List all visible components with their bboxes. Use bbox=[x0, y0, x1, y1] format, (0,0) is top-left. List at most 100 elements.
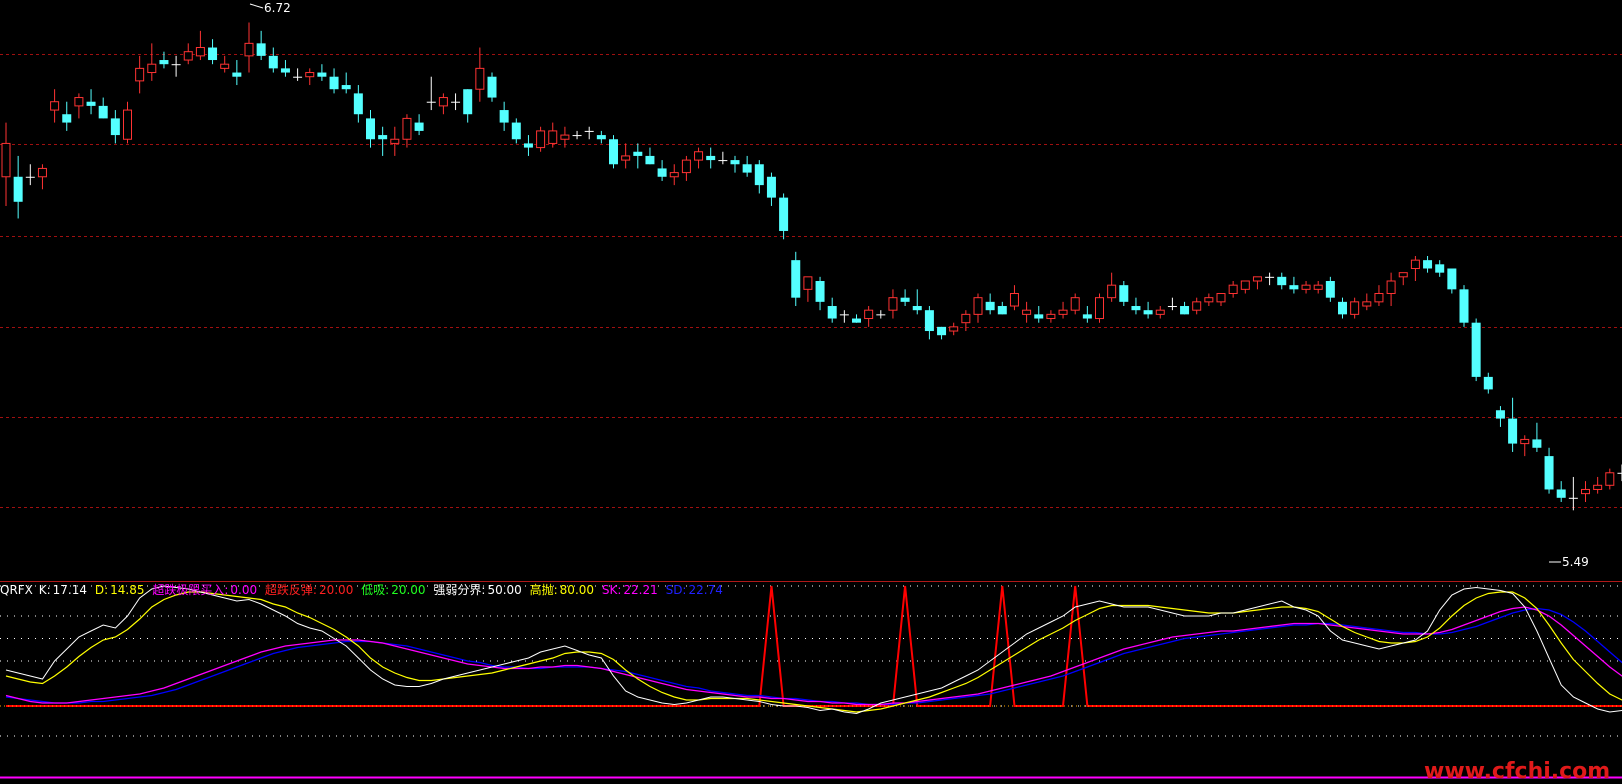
candle-body bbox=[244, 42, 254, 57]
candle-body bbox=[147, 63, 157, 74]
candle bbox=[1544, 447, 1554, 494]
candle bbox=[681, 155, 691, 181]
candle bbox=[171, 55, 181, 77]
candle-body bbox=[718, 160, 728, 162]
candle bbox=[50, 89, 60, 123]
legend-rebound-value: 20.00 bbox=[318, 583, 354, 597]
candle bbox=[86, 89, 96, 115]
candle-body bbox=[1058, 309, 1068, 315]
candle-body bbox=[1471, 322, 1481, 377]
candle bbox=[718, 151, 728, 165]
candle-body bbox=[1131, 306, 1141, 311]
candle-body bbox=[1313, 284, 1323, 290]
candle-body bbox=[390, 138, 400, 144]
candle bbox=[1471, 318, 1481, 382]
candle bbox=[220, 55, 230, 73]
legend-low-buy-value: 20.00 bbox=[391, 583, 426, 597]
candle bbox=[1617, 464, 1622, 482]
candle bbox=[669, 164, 679, 186]
candle bbox=[888, 289, 898, 319]
candle bbox=[621, 143, 631, 169]
candle-body bbox=[183, 51, 193, 61]
sk-line bbox=[5, 606, 1622, 706]
indicator-grid bbox=[0, 585, 1622, 779]
candle bbox=[536, 126, 546, 152]
candle-body bbox=[256, 43, 266, 56]
candle-body bbox=[1240, 280, 1250, 290]
legend-extreme-buy-label: 超跌极限买入: bbox=[152, 583, 229, 597]
candle bbox=[305, 68, 315, 86]
candle-body bbox=[730, 160, 740, 165]
candle bbox=[208, 39, 218, 65]
candle bbox=[973, 293, 983, 323]
candle-body bbox=[1520, 438, 1530, 445]
indicator-legend: QRFX K: 17.14 D: 14.85 超跌极限买入: 0.00 超跌反弹: 20… bbox=[0, 582, 727, 598]
candle-body bbox=[876, 314, 886, 316]
candle bbox=[366, 110, 375, 148]
legend-sk-value: 22.21 bbox=[623, 583, 658, 597]
candle-body bbox=[414, 122, 424, 131]
candle-body bbox=[1192, 301, 1202, 311]
candle-body bbox=[1, 142, 11, 178]
candle bbox=[791, 251, 801, 307]
candle-body bbox=[973, 297, 983, 315]
candle bbox=[754, 160, 764, 194]
candle-body bbox=[280, 68, 290, 73]
candle-body bbox=[815, 281, 825, 302]
candle-body bbox=[135, 67, 145, 82]
candle-body bbox=[766, 176, 776, 198]
legend-rebound: 超跌反弹: 20.00 bbox=[265, 583, 355, 597]
candle bbox=[293, 68, 303, 81]
candle-body bbox=[366, 118, 375, 140]
candle-body bbox=[25, 176, 35, 178]
candle bbox=[62, 101, 72, 131]
candle bbox=[864, 306, 874, 327]
candle bbox=[1386, 272, 1396, 307]
candle-body bbox=[511, 122, 521, 140]
candle bbox=[1107, 272, 1117, 302]
candle bbox=[1, 122, 11, 206]
candle-body bbox=[1508, 418, 1518, 444]
candle-body bbox=[13, 176, 23, 202]
candle bbox=[1167, 297, 1177, 311]
candle-body bbox=[669, 172, 679, 178]
candle-body bbox=[706, 155, 716, 161]
candle bbox=[937, 326, 947, 340]
candle-body bbox=[402, 117, 412, 140]
candle bbox=[414, 114, 424, 136]
candle-body bbox=[536, 130, 546, 149]
candle bbox=[1301, 281, 1311, 294]
candle-body bbox=[37, 167, 47, 178]
candle-body bbox=[74, 97, 84, 107]
candle-body bbox=[1228, 284, 1238, 295]
candle bbox=[1581, 481, 1590, 502]
candle bbox=[766, 172, 776, 206]
candle bbox=[900, 289, 910, 307]
candle bbox=[1216, 293, 1226, 307]
candle bbox=[1556, 481, 1566, 502]
candle bbox=[280, 60, 290, 77]
candle-body bbox=[839, 314, 849, 316]
candle-body bbox=[232, 72, 242, 77]
candle-body bbox=[779, 197, 789, 231]
candle-body bbox=[1410, 259, 1420, 269]
legend-high-sell-value: 80.00 bbox=[559, 583, 595, 597]
candle-body bbox=[681, 159, 691, 174]
legend-high-sell-label: 高抛: bbox=[529, 583, 558, 597]
candle-body bbox=[1095, 297, 1104, 320]
candle bbox=[451, 93, 461, 111]
candle-body bbox=[1216, 293, 1226, 303]
candle-body bbox=[596, 135, 606, 140]
candle bbox=[1009, 285, 1019, 311]
candle-body bbox=[353, 93, 363, 115]
candle bbox=[548, 122, 558, 148]
candle-body bbox=[1544, 456, 1554, 490]
candle-body bbox=[123, 109, 132, 140]
candle-body bbox=[487, 76, 497, 98]
candle bbox=[1423, 255, 1433, 273]
candle bbox=[487, 72, 497, 102]
candle-body bbox=[1046, 313, 1056, 320]
candle-body bbox=[1301, 284, 1311, 290]
candle bbox=[1459, 285, 1469, 327]
candle-body bbox=[560, 134, 570, 140]
